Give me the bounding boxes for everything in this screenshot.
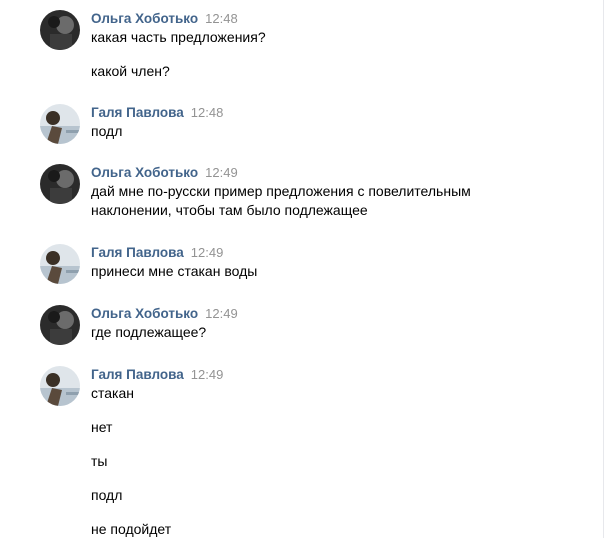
- avatar[interactable]: [40, 244, 80, 284]
- message-time[interactable]: 12:49: [191, 245, 224, 260]
- message-time[interactable]: 12:49: [205, 306, 238, 321]
- author-name[interactable]: Ольга Хоботько: [91, 11, 198, 26]
- message-text: дай мне по-русски пример предложения с п…: [91, 183, 471, 199]
- message-text: стакан: [91, 385, 134, 401]
- author-name[interactable]: Ольга Хоботько: [91, 306, 198, 321]
- author-name[interactable]: Галя Павлова: [91, 245, 184, 260]
- user-photo-light-icon: [40, 104, 80, 144]
- message-text: какой член?: [91, 63, 170, 79]
- panel-divider: [603, 0, 604, 538]
- avatar[interactable]: [40, 305, 80, 345]
- message-text: нет: [91, 419, 113, 435]
- message-text: подл: [91, 487, 123, 503]
- message-text: наклонении, чтобы там было подлежащее: [91, 202, 368, 218]
- user-photo-light-icon: [40, 244, 80, 284]
- user-photo-dark-icon: [40, 305, 80, 345]
- message-text: не подойдет: [91, 521, 172, 537]
- message-text: подл: [91, 123, 123, 139]
- message-time[interactable]: 12:48: [205, 11, 238, 26]
- user-photo-dark-icon: [40, 164, 80, 204]
- message-text: где подлежащее?: [91, 324, 207, 340]
- message-time[interactable]: 12:49: [191, 367, 224, 382]
- author-name[interactable]: Ольга Хоботько: [91, 165, 198, 180]
- message-time[interactable]: 12:48: [191, 105, 224, 120]
- avatar[interactable]: [40, 366, 80, 406]
- author-name[interactable]: Галя Павлова: [91, 105, 184, 120]
- message-text: ты: [91, 453, 108, 469]
- message-time[interactable]: 12:49: [205, 165, 238, 180]
- user-photo-light-icon: [40, 366, 80, 406]
- user-photo-dark-icon: [40, 10, 80, 50]
- avatar[interactable]: [40, 10, 80, 50]
- message-text: какая часть предложения?: [91, 29, 266, 45]
- avatar[interactable]: [40, 104, 80, 144]
- avatar[interactable]: [40, 164, 80, 204]
- author-name[interactable]: Галя Павлова: [91, 367, 184, 382]
- message-text: принеси мне стакан воды: [91, 263, 258, 279]
